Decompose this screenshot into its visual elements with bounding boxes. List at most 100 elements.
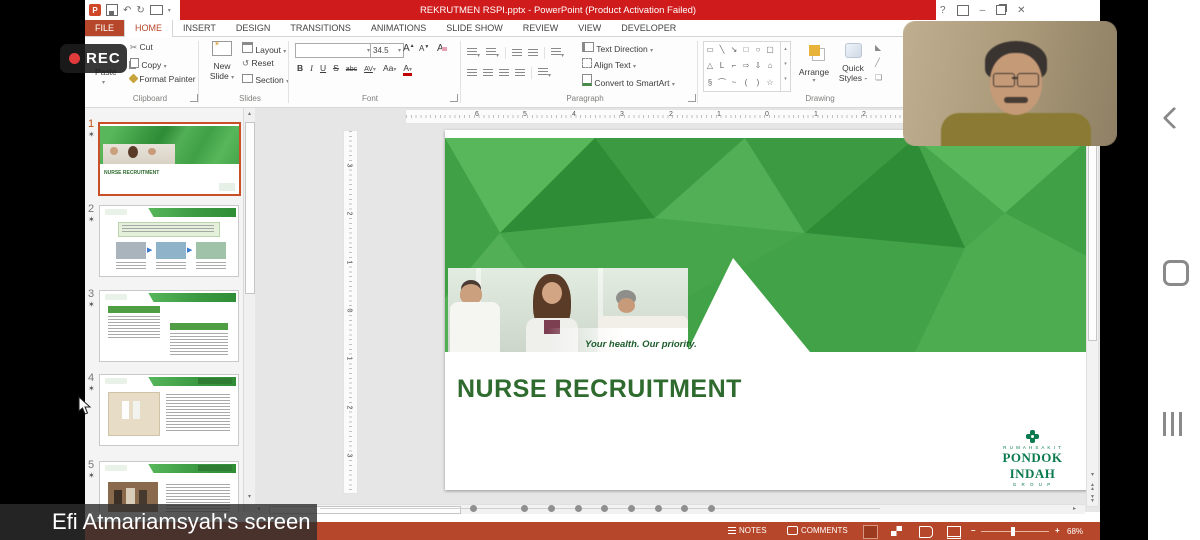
justify-button[interactable] — [515, 69, 525, 78]
zoom-slider[interactable] — [981, 531, 1049, 532]
shape-option[interactable]: ⌐ — [728, 58, 740, 73]
slide-thumbnail-3[interactable] — [99, 290, 239, 362]
thumbnail-scrollbar[interactable]: ▴ ▾ — [243, 108, 255, 512]
previous-slide-button[interactable]: ▲▲ — [1087, 483, 1098, 491]
shape-gallery[interactable]: ▭ ╲ ↘ □ ○ ▢ △ L ⌐ ⇨ ⇩ ⌂ § ⌒ ~ ( ) ☆ — [703, 41, 781, 92]
character-spacing-button[interactable]: AV▾ — [364, 66, 376, 73]
shape-option[interactable]: ▭ — [704, 42, 716, 57]
tab-review[interactable]: REVIEW — [513, 20, 569, 36]
underline-button[interactable]: U — [320, 63, 326, 73]
change-case-button[interactable]: Aa▾ — [383, 63, 396, 73]
slide-vertical-scrollbar[interactable]: ▾ ▲▲ ▼▼ — [1086, 122, 1099, 507]
thumbnail-scroll-down-icon[interactable]: ▾ — [244, 493, 255, 500]
next-slide-button[interactable]: ▼▼ — [1087, 495, 1098, 503]
line-spacing-button[interactable]: ▾ — [551, 44, 564, 62]
shape-gallery-scrollbar[interactable]: ▴▾▾ — [780, 41, 791, 92]
zoom-slider-handle[interactable] — [1011, 527, 1015, 536]
numbering-button[interactable]: ▾ — [486, 44, 499, 62]
shape-option[interactable]: ⇩ — [752, 58, 764, 73]
save-icon[interactable] — [106, 4, 118, 16]
align-center-button[interactable] — [483, 69, 493, 78]
shape-option[interactable]: ▢ — [764, 42, 776, 57]
shape-option[interactable]: § — [704, 75, 716, 90]
slide-thumbnail-4[interactable] — [99, 374, 239, 446]
slide-sorter-view-button[interactable] — [891, 526, 902, 536]
shape-option[interactable]: ⌂ — [764, 58, 776, 73]
shape-effects-icon[interactable]: ❏ — [875, 73, 889, 82]
shape-option[interactable]: ○ — [752, 42, 764, 57]
text-shadow-button[interactable]: abc — [346, 66, 357, 73]
tab-design[interactable]: DESIGN — [226, 20, 281, 36]
undo-icon[interactable]: ↶ — [123, 5, 131, 16]
redo-icon[interactable]: ↻ — [136, 5, 144, 16]
thumbnail-scroll-thumb[interactable] — [245, 122, 255, 294]
restore-button[interactable] — [996, 5, 1006, 15]
shape-option[interactable]: ⇨ — [740, 58, 752, 73]
slide-canvas[interactable]: Your health. Our priority. NURSE RECRUIT… — [445, 130, 1090, 490]
shape-option[interactable]: ) — [752, 75, 764, 90]
shape-option[interactable]: ⌒ — [716, 75, 728, 90]
paragraph-dialog-launcher[interactable] — [688, 94, 696, 102]
section-button[interactable]: Section ▾ — [242, 74, 289, 85]
align-left-button[interactable] — [467, 69, 477, 78]
copy-button[interactable]: Copy ▾ — [130, 58, 167, 70]
increase-indent-button[interactable] — [528, 49, 538, 58]
shape-option[interactable]: ~ — [728, 75, 740, 90]
shape-option[interactable]: ( — [740, 75, 752, 90]
layout-button[interactable]: Layout ▾ — [242, 42, 286, 55]
clipboard-dialog-launcher[interactable] — [190, 94, 198, 102]
shape-outline-icon[interactable]: ╱ — [875, 58, 889, 67]
shape-option[interactable]: ↘ — [728, 42, 740, 57]
tab-developer[interactable]: DEVELOPER — [611, 20, 686, 36]
comments-button[interactable]: COMMENTS — [787, 526, 848, 535]
nav-home-icon[interactable] — [1163, 260, 1189, 286]
format-painter-button[interactable]: Format Painter — [130, 74, 196, 84]
tab-transitions[interactable]: TRANSITIONS — [280, 20, 361, 36]
new-slide-button[interactable]: ✶ New Slide ▾ — [205, 41, 239, 101]
normal-view-button[interactable] — [863, 525, 878, 539]
columns-button[interactable]: ▾ — [538, 64, 551, 82]
minimize-button[interactable]: – — [980, 5, 986, 16]
slide-thumbnail-1[interactable]: NURSE RECRUITMENT — [98, 122, 241, 196]
hscroll-right-icon[interactable]: ▸ — [1073, 505, 1076, 512]
zoom-in-button[interactable]: + — [1055, 526, 1060, 535]
font-color-button[interactable]: A▾ — [403, 63, 412, 76]
align-right-button[interactable] — [499, 69, 509, 78]
shape-option[interactable]: L — [716, 58, 728, 73]
tab-insert[interactable]: INSERT — [173, 20, 226, 36]
thumbnail-scroll-up-icon[interactable]: ▴ — [244, 110, 255, 117]
align-text-button[interactable]: Align Text ▾ — [582, 58, 636, 70]
close-button[interactable]: ✕ — [1017, 5, 1025, 16]
strikethrough-button[interactable]: S — [333, 63, 339, 73]
shape-option[interactable]: ╲ — [716, 42, 728, 57]
zoom-level[interactable]: 68% — [1067, 527, 1083, 536]
notes-button[interactable]: NOTES — [728, 526, 767, 535]
decrease-indent-button[interactable] — [512, 49, 522, 58]
ribbon-display-options-icon[interactable] — [957, 5, 969, 16]
tab-file[interactable]: FILE — [85, 20, 124, 36]
reading-view-button[interactable] — [919, 526, 933, 538]
tab-animations[interactable]: ANIMATIONS — [361, 20, 436, 36]
shape-option[interactable]: □ — [740, 42, 752, 57]
start-slideshow-icon[interactable] — [150, 5, 163, 15]
text-direction-button[interactable]: Text Direction ▾ — [582, 42, 653, 54]
slide-title[interactable]: NURSE RECRUITMENT — [457, 375, 742, 404]
clear-formatting-button[interactable]: A — [437, 43, 447, 54]
font-dialog-launcher[interactable] — [450, 94, 458, 102]
arrange-button[interactable]: Arrange ▾ — [797, 43, 831, 84]
nav-recents-icon[interactable] — [1163, 412, 1185, 436]
convert-smartart-button[interactable]: Convert to SmartArt ▾ — [582, 74, 675, 88]
shape-option[interactable]: ☆ — [764, 75, 776, 90]
nav-back-icon[interactable] — [1163, 107, 1186, 130]
tab-home[interactable]: HOME — [124, 20, 173, 37]
slide-thumbnail-2[interactable]: ▶ ▶ — [99, 205, 239, 277]
help-button[interactable]: ? — [940, 5, 946, 16]
reset-button[interactable]: ↺ Reset — [242, 58, 274, 69]
customize-qat-icon[interactable]: ▾ — [168, 7, 171, 14]
font-size-combobox[interactable]: 34.5▾ — [370, 43, 404, 58]
shrink-font-button[interactable]: A▼ — [419, 44, 429, 53]
webcam-video[interactable] — [903, 21, 1117, 146]
bullets-button[interactable]: ▾ — [467, 44, 480, 62]
shape-fill-icon[interactable]: ◣ — [875, 43, 889, 52]
shape-option[interactable]: △ — [704, 58, 716, 73]
